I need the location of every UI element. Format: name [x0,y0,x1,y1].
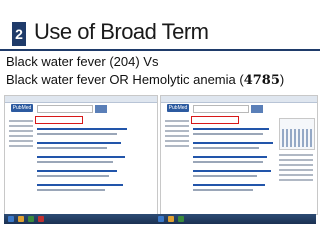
result-title [193,170,271,172]
result-meta [193,133,263,135]
result-title [37,170,117,172]
right-sidebar [279,154,313,184]
result-title [193,142,273,144]
subtitle-line-1: Black water fever (204) Vs [6,54,159,69]
subtitle-line-2-prefix: Black water fever OR Hemolytic anemia ( [6,72,244,87]
result-meta [193,161,263,163]
result-title [37,184,123,186]
start-icon [158,216,164,222]
results-bars [282,129,312,147]
subtitle-line-2: Black water fever OR Hemolytic anemia (4… [6,72,284,88]
screenshot-left: PubMed [4,95,158,215]
query-highlight [191,116,239,124]
result-title [37,156,125,158]
result-meta [37,175,109,177]
result-title [37,142,121,144]
results-by-year-panel [279,118,315,150]
slide-title: Use of Broad Term [34,19,209,44]
slide-number-badge: 2 [12,22,26,46]
result-meta [37,147,107,149]
result-count: 4785 [243,73,280,88]
folder-icon [18,216,24,222]
app-icon [38,216,44,222]
result-title [193,156,267,158]
search-button [251,105,263,113]
result-meta [193,175,257,177]
title-divider [0,49,320,51]
left-sidebar [9,120,33,200]
app-icon [178,216,184,222]
pubmed-logo: PubMed [11,104,33,112]
search-button [95,105,107,113]
browser-toolbar [5,96,157,103]
screenshot-right: PubMed [160,95,318,215]
browser-toolbar [161,96,317,103]
search-input [37,105,93,113]
result-meta [193,147,259,149]
subtitle-line-2-suffix: ) [279,72,285,87]
result-meta [193,189,253,191]
result-title [37,128,127,130]
query-highlight [35,116,83,124]
search-input [193,105,249,113]
os-taskbar [4,214,316,224]
pubmed-logo: PubMed [167,104,189,112]
result-title [193,128,269,130]
start-icon [8,216,14,222]
left-sidebar [165,120,189,200]
app-icon [28,216,34,222]
result-title [193,184,265,186]
result-meta [37,133,117,135]
result-meta [37,161,113,163]
folder-icon [168,216,174,222]
result-meta [37,189,105,191]
